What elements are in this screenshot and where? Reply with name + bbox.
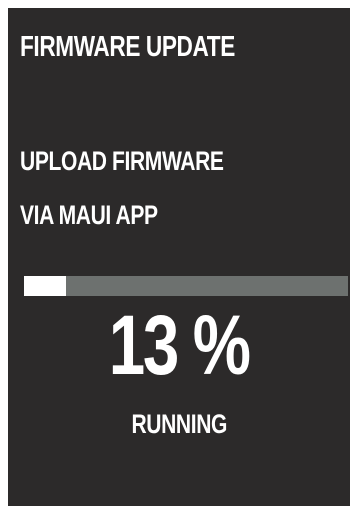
firmware-update-screen: FIRMWARE UPDATE UPLOAD FIRMWARE VIA MAUI… <box>8 8 350 506</box>
status-label: RUNNING <box>131 409 227 439</box>
progress-bar-fill <box>24 276 67 296</box>
progress-percent-text: 13 % <box>109 298 251 392</box>
instruction-line-2: VIA MAUI APP <box>20 200 158 230</box>
instruction-line-1: UPLOAD FIRMWARE <box>20 146 224 176</box>
status-text: RUNNING <box>8 408 350 440</box>
screen-title: FIRMWARE UPDATE <box>20 31 235 63</box>
progress-bar <box>24 276 348 296</box>
progress-percent: 13 % <box>8 300 350 390</box>
